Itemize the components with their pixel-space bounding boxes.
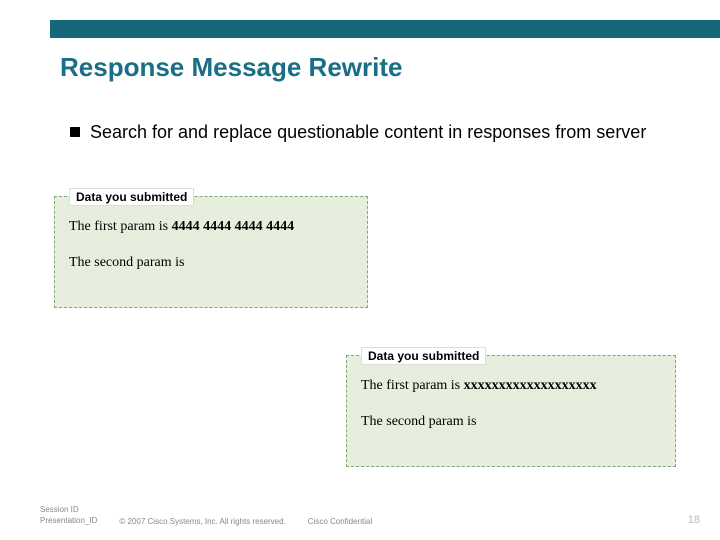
panel-original-line2: The second param is: [69, 255, 353, 271]
bullet-item: Search for and replace questionable cont…: [70, 120, 660, 144]
panel-rewritten-line1-prefix: The first param is: [361, 378, 464, 393]
panel-rewritten-line1-value: xxxxxxxxxxxxxxxxxxx: [464, 378, 597, 393]
panel-rewritten: Data you submitted The first param is xx…: [346, 355, 676, 467]
top-accent-bar: [50, 20, 720, 38]
bullet-square-icon: [70, 127, 80, 137]
footer-session-id: Session ID: [40, 505, 97, 515]
panel-rewritten-line2: The second param is: [361, 414, 661, 430]
panel-original-line1: The first param is 4444 4444 4444 4444: [69, 219, 353, 235]
panel-original-line1-value: 4444 4444 4444 4444: [172, 219, 295, 234]
footer-copyright: © 2007 Cisco Systems, Inc. All rights re…: [119, 517, 285, 526]
panel-rewritten-line1: The first param is xxxxxxxxxxxxxxxxxxx: [361, 378, 661, 394]
footer-presentation-id: Presentation_ID: [40, 516, 97, 526]
panel-original-title: Data you submitted: [69, 188, 194, 206]
footer-confidential: Cisco Confidential: [308, 517, 372, 526]
panel-rewritten-title: Data you submitted: [361, 347, 486, 365]
footer-page-number: 18: [688, 514, 700, 526]
panel-original: Data you submitted The first param is 44…: [54, 196, 368, 308]
slide-footer: Session ID Presentation_ID © 2007 Cisco …: [40, 505, 700, 526]
bullet-text: Search for and replace questionable cont…: [90, 122, 646, 142]
panel-original-line1-prefix: The first param is: [69, 219, 172, 234]
slide-title: Response Message Rewrite: [60, 52, 402, 83]
footer-session: Session ID Presentation_ID: [40, 505, 97, 526]
